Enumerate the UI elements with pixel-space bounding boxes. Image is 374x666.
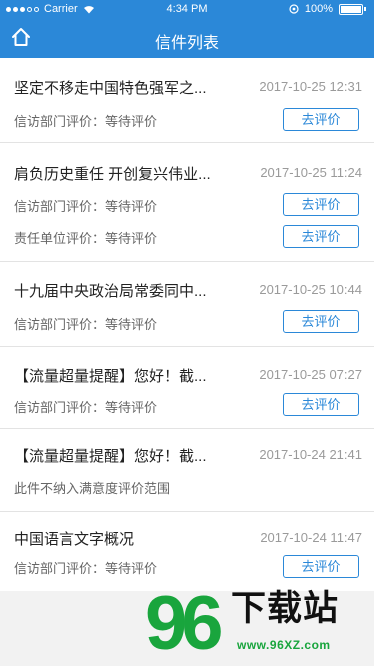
rating-status: 责任单位评价：等待评价 (14, 231, 158, 246)
watermark-url: www.96XZ.com (237, 638, 331, 652)
watermark-logo: 96 下载站 www.96XZ.com (145, 585, 374, 666)
letter-date: 2017-10-24 21:41 (259, 447, 362, 462)
letter-title[interactable]: 肩负历史重任 开创复兴伟业... (14, 163, 211, 184)
letter-title[interactable]: 坚定不移走中国特色强军之... (14, 77, 207, 98)
rotation-lock-icon (289, 4, 299, 14)
letter-title[interactable]: 十九届中央政治局常委同中... (14, 280, 207, 301)
rate-button[interactable]: 去评价 (283, 108, 359, 131)
letter-list: 坚定不移走中国特色强军之... 2017-10-25 12:31 信访部门评价：… (0, 58, 374, 591)
letter-item[interactable]: 十九届中央政治局常委同中... 2017-10-25 10:44 信访部门评价：… (0, 262, 374, 347)
rate-button[interactable]: 去评价 (283, 393, 359, 416)
rating-status: 此件不纳入满意度评价范围 (14, 481, 171, 496)
rating-status: 信访部门评价：等待评价 (14, 199, 158, 214)
rate-button[interactable]: 去评价 (283, 555, 359, 578)
letter-item[interactable]: 【流量超量提醒】您好！截... 2017-10-24 21:41 此件不纳入满意… (0, 429, 374, 512)
watermark-text: 下载站 (231, 589, 340, 628)
rating-status: 信访部门评价：等待评价 (14, 114, 158, 129)
rate-button[interactable]: 去评价 (283, 225, 359, 248)
letter-date: 2017-10-25 07:27 (259, 367, 362, 382)
letter-date: 2017-10-25 11:24 (260, 165, 362, 180)
letter-date: 2017-10-25 12:31 (259, 79, 362, 94)
letter-item[interactable]: 肩负历史重任 开创复兴伟业... 2017-10-25 11:24 信访部门评价… (0, 143, 374, 262)
status-bar: Carrier 4:34 PM 100% (0, 0, 374, 18)
watermark-number: 96 (145, 581, 224, 666)
page-title: 信件列表 (154, 35, 219, 52)
battery-cap (364, 7, 366, 11)
battery-info: 100% (289, 3, 366, 15)
nav-bar: 信件列表 (0, 18, 374, 58)
letter-item[interactable]: 【流量超量提醒】您好！截... 2017-10-25 07:27 信访部门评价：… (0, 347, 374, 429)
rating-status: 信访部门评价：等待评价 (14, 400, 158, 415)
rating-status: 信访部门评价：等待评价 (14, 317, 158, 332)
rate-button[interactable]: 去评价 (283, 310, 359, 333)
app-header: Carrier 4:34 PM 100% 信件列表 (0, 0, 374, 58)
rate-button[interactable]: 去评价 (283, 193, 359, 216)
letter-title[interactable]: 【流量超量提醒】您好！截... (14, 445, 207, 466)
letter-date: 2017-10-24 11:47 (260, 530, 362, 545)
letter-title[interactable]: 中国语言文字概况 (14, 528, 134, 549)
battery-percent: 100% (304, 3, 333, 15)
letter-date: 2017-10-25 10:44 (259, 282, 362, 297)
letter-item[interactable]: 坚定不移走中国特色强军之... 2017-10-25 12:31 信访部门评价：… (0, 58, 374, 143)
rating-status: 信访部门评价：等待评价 (14, 561, 158, 576)
letter-item[interactable]: 中国语言文字概况 2017-10-24 11:47 信访部门评价：等待评价 去评… (0, 512, 374, 591)
battery-icon (339, 3, 363, 15)
letter-title[interactable]: 【流量超量提醒】您好！截... (14, 365, 207, 386)
